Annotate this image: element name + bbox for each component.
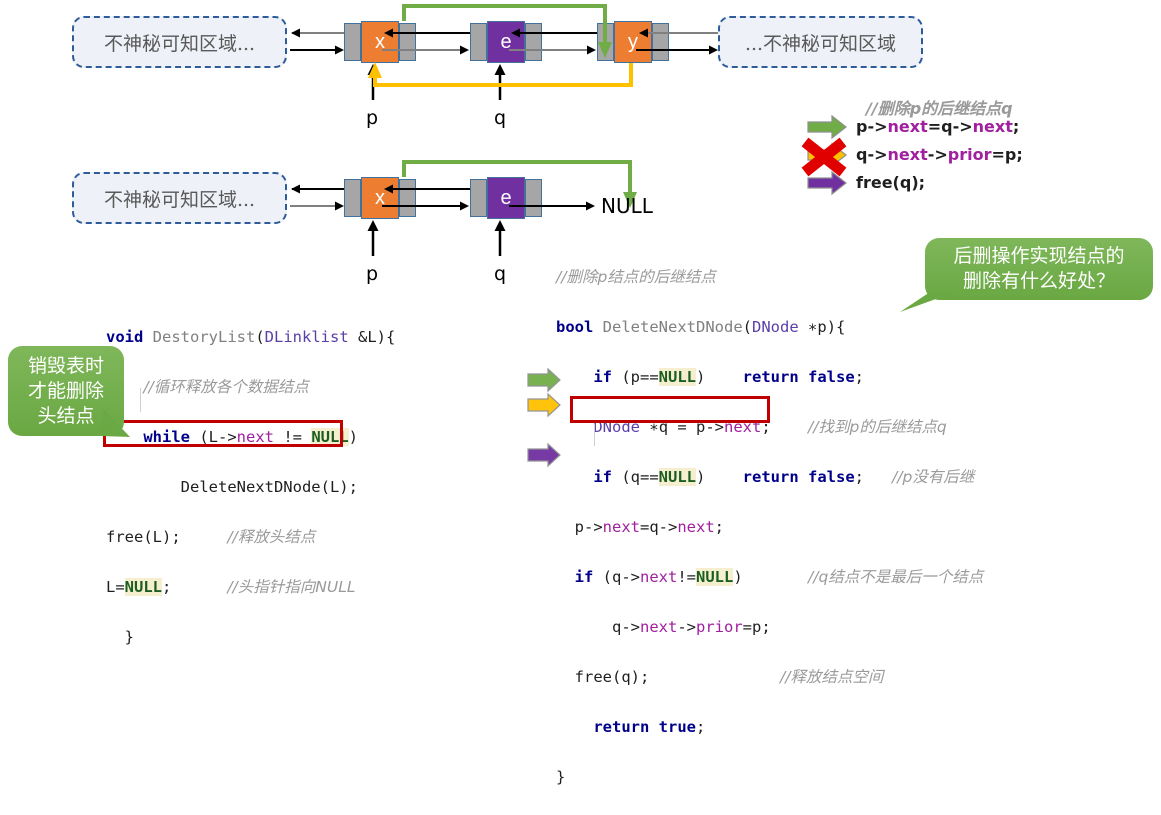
callout-bubble-right: 后删操作实现结点的 删除有什么好处？	[925, 238, 1153, 300]
purple-block-arrow-icon	[807, 170, 847, 196]
code-block-destory-list: void DestoryList(DLinklist &L){ //循环释放各个…	[106, 300, 395, 675]
top-node-x-data-field: x	[361, 21, 399, 63]
callout-bubble-right-line-0: 后删操作实现结点的	[953, 245, 1125, 267]
bottom-null-label: NULL	[601, 194, 653, 218]
cross-out-icon	[801, 137, 847, 177]
callout-bubble-left-line-2: 头结点	[37, 404, 95, 427]
top-node-y-data-field: y	[614, 21, 652, 63]
top-right-unknown-region-label: ...不神秘可知区域	[744, 32, 897, 55]
top-node-y-next-field	[652, 23, 669, 61]
bottom-node-e: e	[470, 177, 542, 219]
pseudo-code-line-3: free(q);	[856, 173, 926, 192]
code-left-indent-guide	[140, 388, 141, 412]
top-pointer-label-q: q	[494, 107, 507, 129]
top-node-e-next-field	[525, 23, 542, 61]
green-block-arrow-icon	[807, 114, 847, 140]
bottom-node-e-data-field: e	[487, 177, 525, 219]
code-right-line-7: q->next->prior=p;	[556, 618, 771, 636]
bottom-node-e-prior-field	[470, 179, 487, 217]
callout-bubble-right-line-1: 删除有什么好处？	[962, 270, 1115, 292]
top-node-e: e	[470, 21, 542, 63]
code-left-line-0: void DestoryList(DLinklist &L){	[106, 328, 396, 346]
code-right-line-9: return true;	[593, 718, 706, 736]
top-node-x-prior-field	[344, 23, 361, 61]
code-left-line-1: //循环释放各个数据结点	[143, 378, 309, 396]
code-block-delete-next-dnode: //删除p结点的后继结点 bool DeleteNextDNode(DNode …	[556, 240, 983, 815]
code-right-line-8: free(q); //释放结点空间	[556, 668, 884, 686]
code-left-line-4: free(L); //释放头结点	[106, 528, 316, 546]
code-right-highlight-box	[570, 396, 770, 423]
top-left-unknown-region-label: 不神秘可知区域...	[103, 32, 256, 55]
bottom-pointer-label-q: q	[494, 263, 507, 285]
top-node-e-prior-field	[470, 23, 487, 61]
code-right-line-0: //删除p结点的后继结点	[556, 268, 716, 286]
code-left-line-6: }	[106, 628, 134, 646]
bottom-node-x: x	[344, 177, 416, 219]
top-node-y-prior-field	[597, 23, 614, 61]
code-right-line-2: if (p==NULL) return false;	[593, 368, 864, 386]
top-right-unknown-region: ...不神秘可知区域	[718, 16, 923, 68]
top-node-e-data-field: e	[487, 21, 525, 63]
code-right-line-6: if (q->next!=NULL) //q结点不是最后一个结点	[574, 568, 984, 586]
callout-bubble-left-line-1: 才能删除	[27, 379, 104, 402]
pseudo-code-line-2: q->next->prior=p;	[856, 145, 1023, 164]
code-right-line-5: p->next=q->next;	[556, 518, 724, 536]
top-node-x-next-field	[399, 23, 416, 61]
top-pointer-label-p: p	[366, 107, 379, 129]
bottom-node-e-next-field	[525, 179, 542, 217]
bottom-node-x-prior-field	[344, 179, 361, 217]
code-left-line-5: L=NULL; //头指针指向NULL	[106, 578, 356, 596]
top-left-unknown-region: 不神秘可知区域...	[72, 16, 287, 68]
callout-bubble-left: 销毁表时 才能删除 头结点	[8, 346, 124, 436]
bottom-node-x-data-field: x	[361, 177, 399, 219]
top-node-x: x	[344, 21, 416, 63]
code-right-line-10: }	[556, 768, 566, 786]
bottom-left-unknown-region: 不神秘可知区域...	[72, 172, 287, 224]
code-right-indent-guide	[594, 424, 595, 446]
pseudo-code-line-1: p->next=q->next;	[856, 117, 1020, 136]
bottom-left-unknown-region-label: 不神秘可知区域...	[103, 188, 256, 211]
top-node-y: y	[597, 21, 669, 63]
code-right-line-4: if (q==NULL) return false; //p没有后继	[593, 468, 975, 486]
code-right-line-1: bool DeleteNextDNode(DNode ∗p){	[556, 318, 846, 336]
code-left-line-3: DeleteNextDNode(L);	[106, 478, 358, 496]
callout-bubble-left-line-0: 销毁表时	[27, 354, 104, 377]
orange-block-arrow-icon	[807, 142, 847, 168]
bottom-pointer-label-p: p	[366, 263, 379, 285]
code-left-highlight-box	[103, 420, 343, 447]
bottom-node-x-next-field	[399, 179, 416, 217]
